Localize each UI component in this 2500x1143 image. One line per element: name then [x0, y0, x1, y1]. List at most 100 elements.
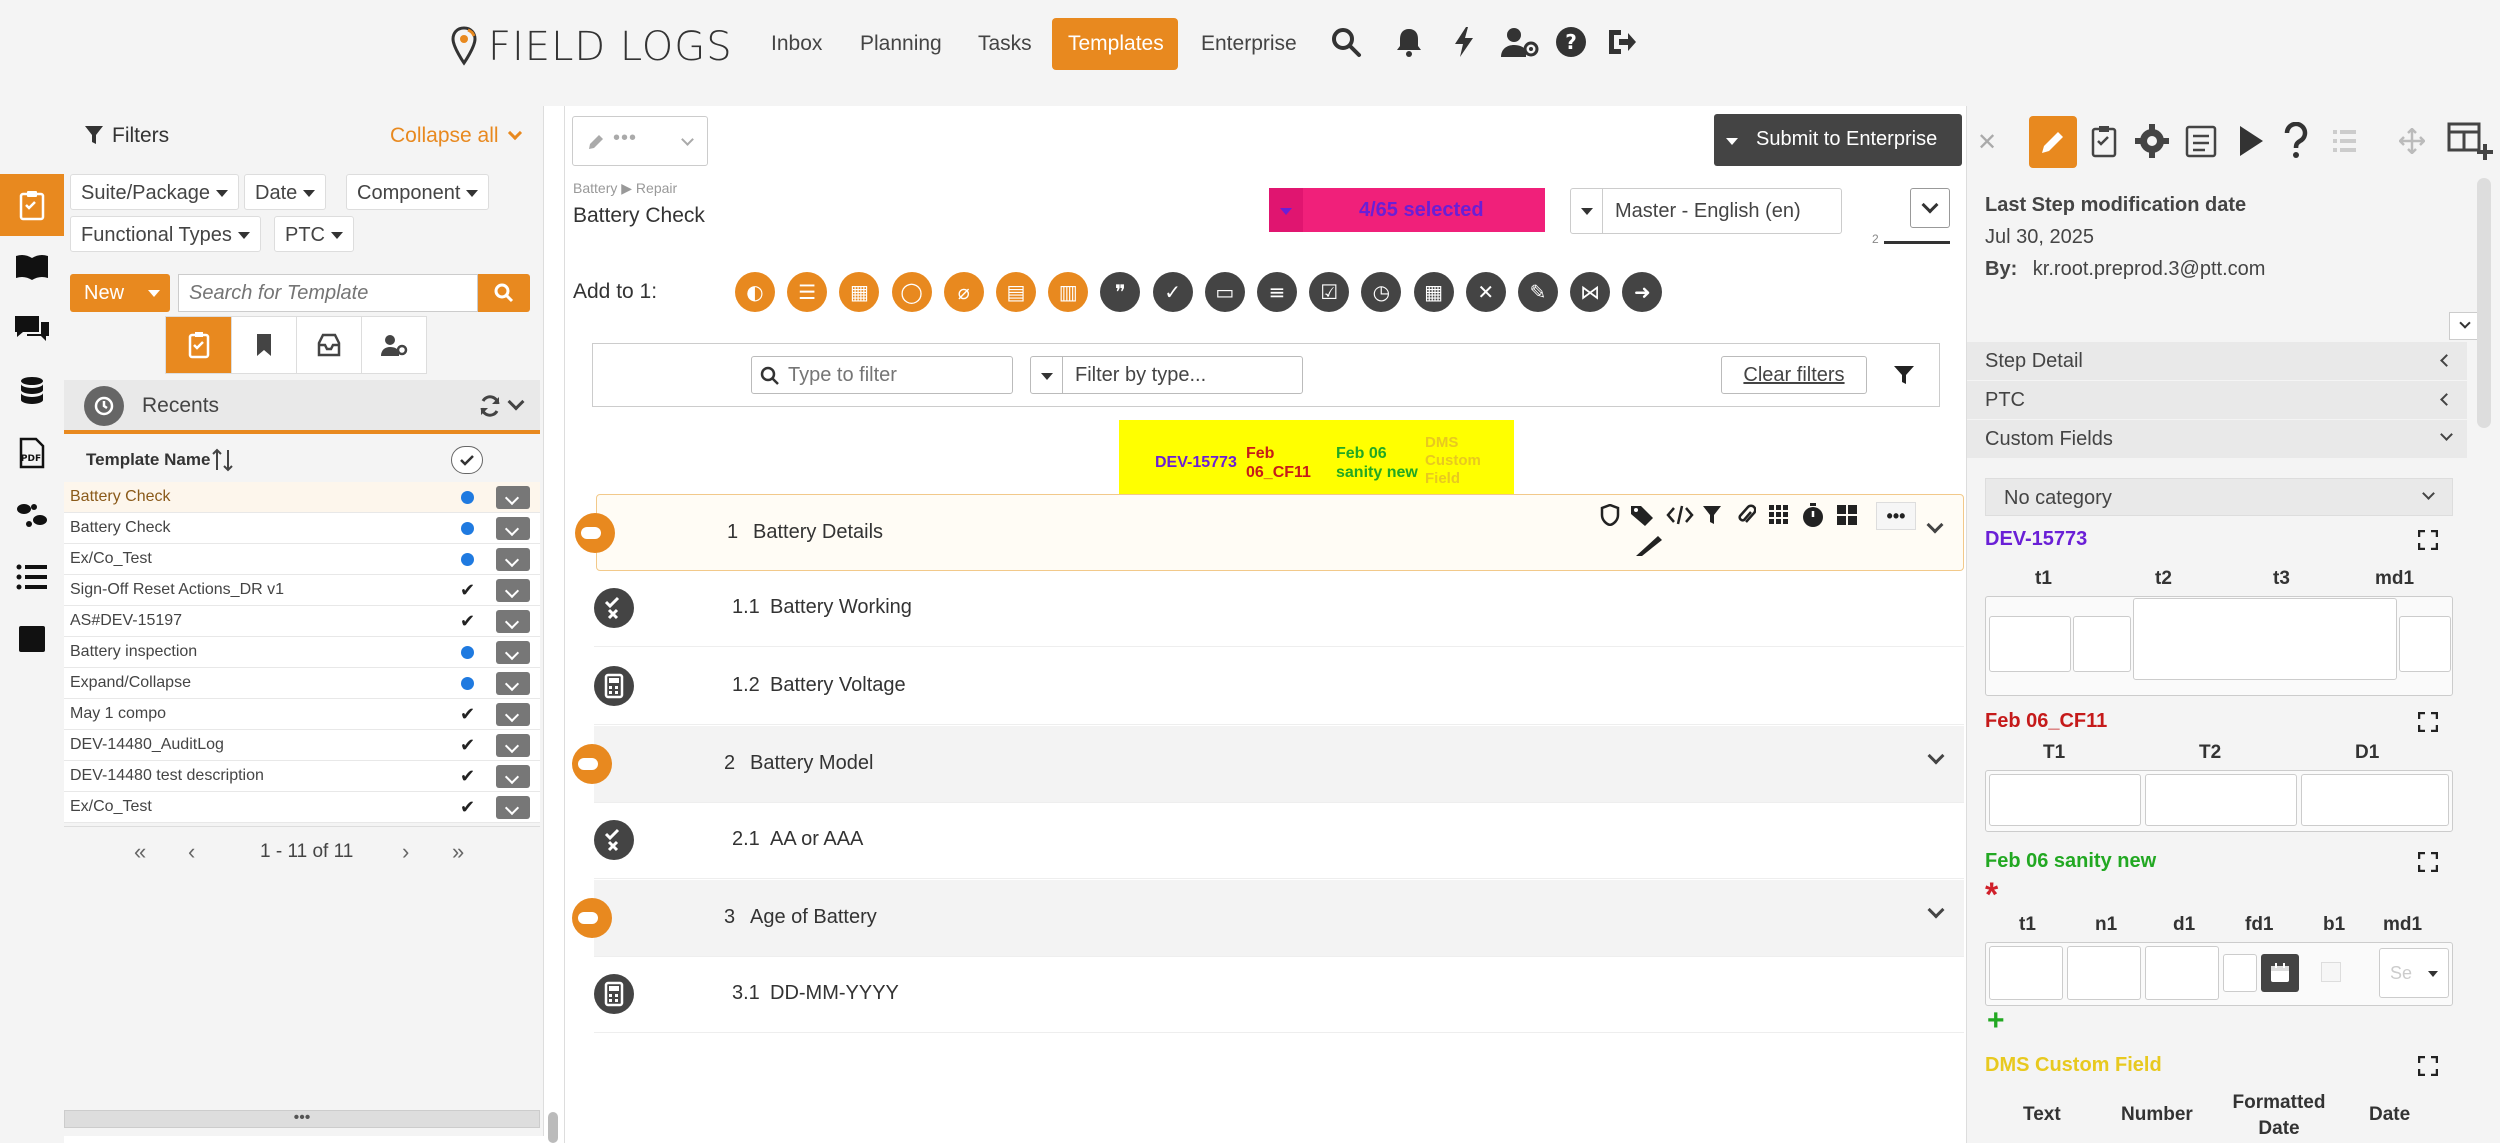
- shield-icon[interactable]: [1600, 504, 1620, 526]
- breadcrumb-item[interactable]: Repair: [636, 180, 677, 196]
- left-scrollbar[interactable]: [548, 1112, 558, 1143]
- add-wallet-icon[interactable]: ▭: [1204, 272, 1245, 312]
- step-row[interactable]: 1.1 Battery Working: [594, 570, 1964, 647]
- table-row[interactable]: Battery Check: [64, 513, 540, 544]
- table-row[interactable]: Ex/Co_Test: [64, 544, 540, 575]
- row-menu-button[interactable]: [496, 579, 530, 602]
- gear-icon[interactable]: [2135, 124, 2169, 158]
- rail-list-icon[interactable]: [0, 546, 64, 608]
- table-row[interactable]: AS#DEV-15197 ✔: [64, 606, 540, 637]
- chip-functional-types[interactable]: Functional Types: [70, 216, 261, 252]
- last-page-icon[interactable]: »: [452, 839, 464, 865]
- cf-sanity-md1-select[interactable]: Se: [2379, 948, 2449, 998]
- view-templates-icon[interactable]: [166, 317, 231, 373]
- view-user-settings-icon[interactable]: [361, 317, 426, 373]
- add-edit-icon[interactable]: ✎: [1518, 272, 1558, 312]
- add-clock-icon[interactable]: ◷: [1361, 272, 1402, 312]
- prev-page-icon[interactable]: ‹: [188, 839, 195, 865]
- cf-dev-md1-input[interactable]: [2399, 616, 2451, 672]
- first-page-icon[interactable]: «: [134, 839, 146, 865]
- filter-icon[interactable]: [1702, 504, 1722, 526]
- chevron-down-icon[interactable]: [1927, 747, 1945, 765]
- right-scrollbar[interactable]: [2477, 178, 2491, 428]
- add-film-icon[interactable]: ▥: [1048, 272, 1089, 312]
- row-menu-button[interactable]: [496, 672, 530, 695]
- view-inbox-icon[interactable]: [296, 317, 361, 373]
- expand-icon[interactable]: [2418, 530, 2438, 550]
- template-search-input[interactable]: [178, 274, 478, 312]
- selection-count-badge[interactable]: 4/65 selected: [1269, 188, 1545, 232]
- chip-component[interactable]: Component: [346, 174, 490, 210]
- row-menu-button[interactable]: [496, 734, 530, 757]
- row-menu-button[interactable]: [496, 610, 530, 633]
- cf-sanity-n1-input[interactable]: [2067, 946, 2141, 1000]
- cf-dev-t3-textarea[interactable]: [2133, 598, 2397, 680]
- add-clipboard-icon[interactable]: ▤: [996, 272, 1036, 312]
- row-menu-button[interactable]: [496, 641, 530, 664]
- table-row[interactable]: DEV-14480_AuditLog ✔: [64, 730, 540, 761]
- edit-tab-icon[interactable]: [2029, 116, 2077, 168]
- row-menu-button[interactable]: [496, 486, 530, 509]
- add-quote-icon[interactable]: ❞: [1100, 272, 1141, 312]
- cf-sanity-t1-input[interactable]: [1989, 946, 2063, 1000]
- recents-header[interactable]: Recents: [64, 380, 540, 434]
- cf-sanity-d1-input[interactable]: [2145, 946, 2219, 1000]
- more-actions-icon[interactable]: •••: [1876, 502, 1916, 530]
- cf-cf11-d1-input[interactable]: [2301, 774, 2449, 826]
- clipboard-icon[interactable]: [2091, 124, 2117, 158]
- add-tools-icon[interactable]: ✕: [1465, 272, 1506, 312]
- search-icon[interactable]: [1330, 26, 1366, 62]
- type-filter-box[interactable]: [751, 356, 1013, 394]
- play-icon[interactable]: [2237, 124, 2265, 158]
- new-template-button[interactable]: New: [70, 274, 170, 312]
- step-row[interactable]: 3 Age of Battery: [572, 880, 1964, 957]
- add-arrow-right-icon[interactable]: ➜: [1622, 272, 1663, 312]
- expand-icon[interactable]: [2418, 1056, 2438, 1076]
- row-menu-button[interactable]: [496, 703, 530, 726]
- add-calculator-icon[interactable]: ▦: [1413, 272, 1454, 312]
- nav-tasks[interactable]: Tasks: [962, 18, 1048, 70]
- chip-suite-package[interactable]: Suite/Package: [70, 174, 239, 210]
- cf-sanity-b1-checkbox[interactable]: [2321, 962, 2341, 982]
- language-select[interactable]: Master - English (en): [1570, 188, 1842, 234]
- accordion-step-detail[interactable]: Step Detail: [1967, 342, 2467, 380]
- rail-templates-icon[interactable]: [0, 174, 64, 236]
- row-menu-button[interactable]: [496, 548, 530, 571]
- add-table-icon[interactable]: ▦: [839, 272, 880, 312]
- accordion-custom-fields[interactable]: Custom Fields: [1967, 420, 2467, 458]
- view-bookmark-icon[interactable]: [231, 317, 296, 373]
- nav-inbox[interactable]: Inbox: [755, 18, 838, 70]
- paperclip-icon[interactable]: [1736, 504, 1756, 526]
- table-row[interactable]: Expand/Collapse: [64, 668, 540, 699]
- cf-cf11-t1-input[interactable]: [1989, 774, 2141, 826]
- filter-funnel-icon[interactable]: [1893, 364, 1915, 386]
- nav-templates[interactable]: Templates: [1052, 18, 1178, 70]
- table-row[interactable]: DEV-14480 test description ✔: [64, 761, 540, 792]
- add-row-icon[interactable]: +: [1987, 1004, 2005, 1038]
- close-icon[interactable]: ✕: [1977, 128, 1997, 157]
- submit-to-enterprise-button[interactable]: Submit to Enterprise: [1714, 114, 1962, 166]
- table-row[interactable]: Sign-Off Reset Actions_DR v1 ✔: [64, 575, 540, 606]
- cf-cf11-t2-input[interactable]: [2145, 774, 2297, 826]
- expand-toggle-button[interactable]: [1910, 188, 1950, 228]
- cf-dev-t1-input[interactable]: [1989, 616, 2071, 672]
- add-checkbox-icon[interactable]: ☑: [1309, 272, 1350, 312]
- add-check-x-icon[interactable]: ✓: [1152, 272, 1193, 312]
- next-page-icon[interactable]: ›: [402, 839, 409, 865]
- chip-ptc[interactable]: PTC: [274, 216, 354, 252]
- type-filter-input[interactable]: [788, 361, 1008, 389]
- collapse-all-link[interactable]: Collapse all: [390, 124, 523, 148]
- rail-pdf-icon[interactable]: PDF: [0, 422, 64, 484]
- accordion-ptc[interactable]: PTC: [1967, 381, 2467, 419]
- panel-resize-handle[interactable]: •••: [64, 1110, 540, 1128]
- clear-filters-button[interactable]: Clear filters: [1721, 356, 1867, 394]
- rail-footsteps-icon[interactable]: [0, 484, 64, 546]
- expand-icon[interactable]: [2418, 852, 2438, 872]
- grid-icon[interactable]: [1768, 504, 1790, 526]
- nav-planning[interactable]: Planning: [844, 18, 958, 70]
- user-settings-icon[interactable]: [1500, 26, 1539, 62]
- rail-book-icon[interactable]: [0, 236, 64, 298]
- cf-sanity-fd1-input[interactable]: [2223, 954, 2257, 992]
- question-icon[interactable]: [2283, 122, 2309, 160]
- rail-comments-icon[interactable]: [0, 298, 64, 360]
